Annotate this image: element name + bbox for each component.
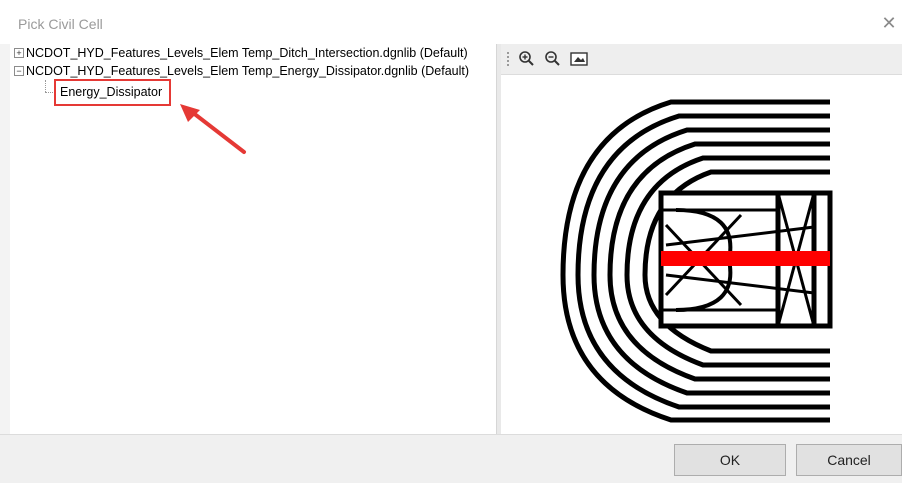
close-button[interactable]: ✕: [878, 12, 900, 34]
zoom-out-icon: [545, 51, 560, 66]
left-frame-edge: [0, 44, 10, 434]
fit-view-button[interactable]: [569, 49, 589, 69]
preview-toolbar: [501, 44, 902, 75]
tree-connector: [45, 80, 46, 92]
close-icon: ✕: [881, 13, 897, 33]
toolbar-grip[interactable]: [507, 52, 511, 66]
ok-button[interactable]: OK: [674, 444, 786, 476]
tree-item-label: NCDOT_HYD_Features_Levels_Elem Temp_Ener…: [26, 64, 470, 78]
highlight-box: [54, 79, 171, 106]
expand-icon[interactable]: +: [14, 48, 24, 58]
fit-view-icon: [570, 52, 588, 66]
zoom-in-button[interactable]: [517, 49, 537, 69]
cell-preview-drawing: [560, 99, 833, 423]
button-bar: OK Cancel: [0, 434, 902, 483]
cancel-button[interactable]: Cancel: [796, 444, 902, 476]
tree-item-label: NCDOT_HYD_Features_Levels_Elem Temp_Ditc…: [26, 46, 468, 60]
cell-library-tree[interactable]: + NCDOT_HYD_Features_Levels_Elem Temp_Di…: [10, 44, 496, 434]
cell-preview-pane: [501, 44, 902, 434]
tree-item-ditch-intersection[interactable]: NCDOT_HYD_Features_Levels_Elem Temp_Ditc…: [26, 44, 468, 62]
zoom-out-button[interactable]: [543, 49, 563, 69]
zoom-in-icon: [519, 51, 534, 66]
annotation-arrow-icon: [180, 104, 246, 154]
highlight-bar: [661, 251, 830, 266]
collapse-icon[interactable]: −: [14, 66, 24, 76]
title-bar: Pick Civil Cell ✕: [0, 0, 902, 44]
pick-civil-cell-dialog: Pick Civil Cell ✕ + NCDOT_HYD_Features_L…: [0, 0, 902, 483]
dialog-title: Pick Civil Cell: [18, 16, 103, 32]
tree-item-energy-dissipator-library[interactable]: NCDOT_HYD_Features_Levels_Elem Temp_Ener…: [26, 62, 469, 80]
